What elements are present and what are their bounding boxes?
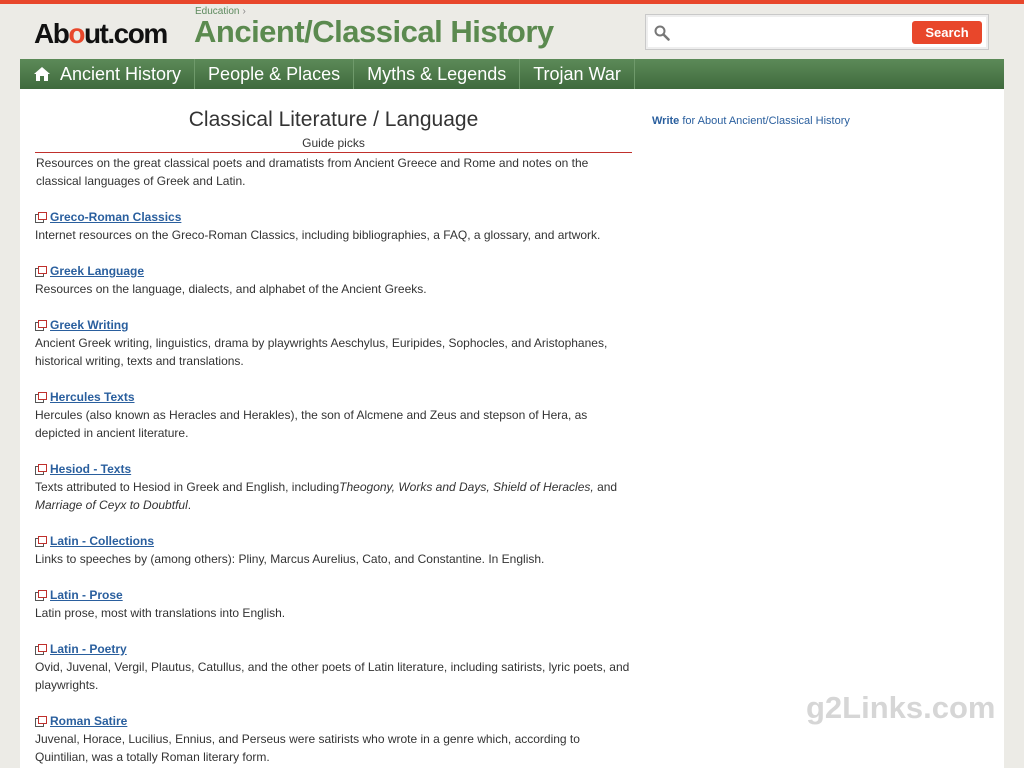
page-subtitle: Guide picks [302,136,365,150]
list-item: Latin - Poetry Ovid, Juvenal, Vergil, Pl… [35,640,632,694]
external-link-icon [35,589,47,601]
desc-italic-works: Marriage of Ceyx to Doubtful [35,498,188,512]
logo-text-suffix: ut.com [83,18,168,49]
list-item: Latin - Prose Latin prose, most with tra… [35,586,632,622]
list-item: Hercules Texts Hercules (also known as H… [35,388,632,442]
nav-label: Myths & Legends [367,64,507,84]
content-column: Classical Literature / Language Guide pi… [35,107,632,768]
link-latin-prose[interactable]: Latin - Prose [50,588,123,602]
top-accent-bar [0,0,1024,4]
desc-italic-works: Theogony, Works and Days, Shield of Hera… [339,480,594,494]
link-description: Resources on the language, dialects, and… [35,282,427,296]
logo-text-prefix: Ab [34,18,70,49]
logo-text-dot: o [68,18,85,49]
title-divider [35,152,632,153]
link-description: Texts attributed to Hesiod in Greek and … [35,478,632,514]
write-for-about-link[interactable]: Write for About Ancient/Classical Histor… [652,115,850,127]
link-roman-satire[interactable]: Roman Satire [50,714,127,728]
nav-label: People & Places [208,64,341,84]
external-link-icon [35,319,47,331]
header-branding: About.com Education › Ancient/Classical H… [34,6,594,54]
nav-item-ancient-history[interactable]: Ancient History [20,59,196,89]
link-description: Ovid, Juvenal, Vergil, Plautus, Catullus… [35,660,630,692]
external-link-icon [35,535,47,547]
write-label: Write [652,115,680,127]
link-hercules-texts[interactable]: Hercules Texts [50,390,135,404]
link-hesiod-texts[interactable]: Hesiod - Texts [50,462,131,476]
home-icon [34,67,50,81]
search-button[interactable]: Search [912,21,982,44]
link-latin-poetry[interactable]: Latin - Poetry [50,642,127,656]
list-item: Greco-Roman Classics Internet resources … [35,208,632,244]
link-description: Juvenal, Horace, Lucilius, Ennius, and P… [35,732,580,764]
site-title[interactable]: Ancient/Classical History [194,14,554,50]
nav-item-trojan-war[interactable]: Trojan War [520,59,635,89]
external-link-icon [35,211,47,223]
page-title: Classical Literature / Language [188,108,479,131]
list-item: Greek Language Resources on the language… [35,262,632,298]
link-description: Latin prose, most with translations into… [35,606,286,620]
nav-label: Ancient History [60,64,182,84]
external-link-icon [35,715,47,727]
search-icon [654,25,670,41]
desc-text: and [593,480,618,494]
desc-text: Texts attributed to Hesiod in Greek and … [35,480,340,494]
list-item: Greek Writing Ancient Greek writing, lin… [35,316,632,370]
link-list: Greco-Roman Classics Internet resources … [35,208,632,766]
main-nav: Ancient History People & Places Myths & … [20,59,1004,89]
link-latin-collections[interactable]: Latin - Collections [50,534,154,548]
list-item: Latin - Collections Links to speeches by… [35,532,632,568]
nav-item-myths-legends[interactable]: Myths & Legends [354,59,521,89]
link-description: Ancient Greek writing, linguistics, dram… [35,336,608,368]
list-item: Roman Satire Juvenal, Horace, Lucilius, … [35,712,632,766]
link-description: Hercules (also known as Heracles and Her… [35,408,588,440]
main-panel: Classical Literature / Language Guide pi… [20,89,1004,768]
write-rest: for About Ancient/Classical History [679,115,850,127]
link-greek-writing[interactable]: Greek Writing [50,318,128,332]
about-logo[interactable]: About.com [34,18,168,50]
desc-text: . [187,498,192,512]
external-link-icon [35,463,47,475]
external-link-icon [35,643,47,655]
external-link-icon [35,391,47,403]
search-box: Search [645,14,989,50]
nav-label: Trojan War [533,64,621,84]
link-greco-roman-classics[interactable]: Greco-Roman Classics [50,210,181,224]
external-link-icon [35,265,47,277]
link-description: Links to speeches by (among others): Pli… [35,552,545,566]
link-greek-language[interactable]: Greek Language [50,264,144,278]
search-input[interactable] [676,21,906,45]
list-item: Hesiod - Texts Texts attributed to Hesio… [35,460,632,514]
nav-item-people-places[interactable]: People & Places [195,59,355,89]
link-description: Internet resources on the Greco-Roman Cl… [35,228,601,242]
intro-text: Resources on the great classical poets a… [36,156,589,188]
